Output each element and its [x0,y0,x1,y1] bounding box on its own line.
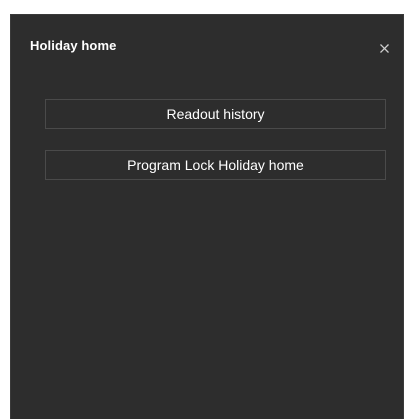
dialog-title: Holiday home [30,38,117,53]
close-button[interactable] [377,41,391,55]
holiday-home-dialog: Holiday home Readout history Program Loc… [10,14,404,419]
readout-history-button[interactable]: Readout history [45,99,386,129]
program-lock-button[interactable]: Program Lock Holiday home [45,150,386,180]
dialog-header: Holiday home [11,15,403,75]
close-icon [379,43,389,53]
